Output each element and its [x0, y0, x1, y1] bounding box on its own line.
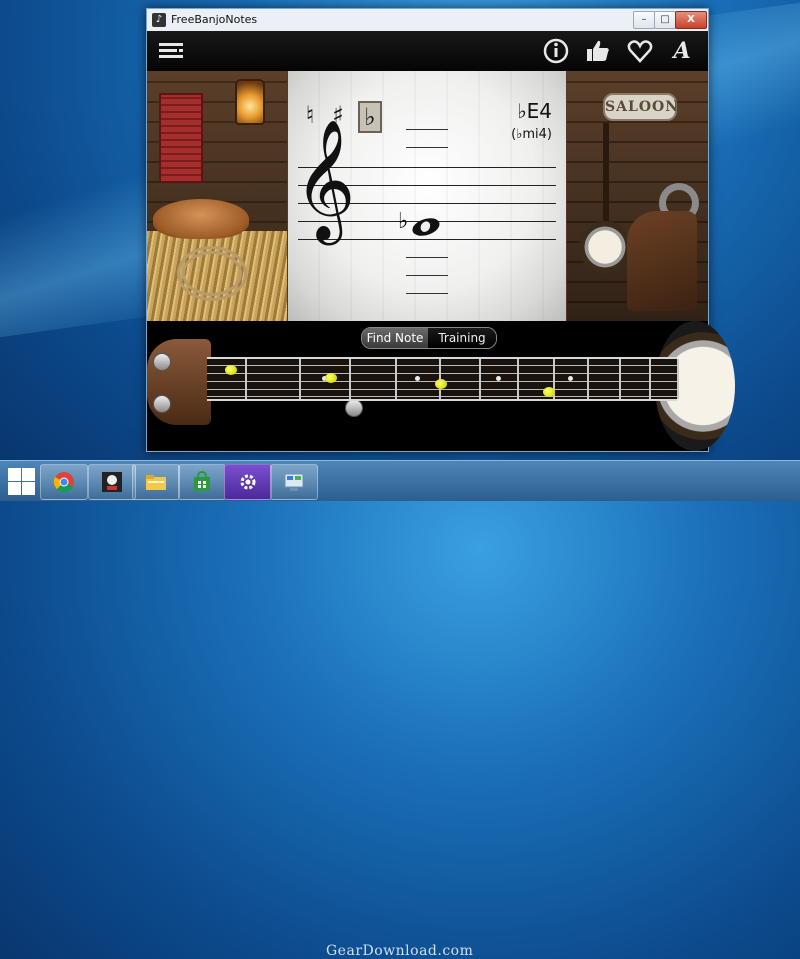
- app-window: ♪ FreeBanjoNotes – □ X A SALOON ♮ ♯ ♭ ♭E…: [146, 8, 735, 452]
- windows-start-icon[interactable]: [6, 466, 36, 496]
- tuning-peg: [153, 353, 171, 371]
- note-position-dot[interactable]: [225, 365, 237, 375]
- app-icon: ♪: [152, 13, 166, 27]
- string: [207, 373, 677, 374]
- string: [207, 389, 677, 390]
- note-flat-sign: ♭: [398, 209, 409, 234]
- fret-wire: [245, 359, 247, 399]
- note-position-dot[interactable]: [543, 387, 555, 397]
- cowboy-hat-image: [153, 199, 249, 239]
- ledger-line: [406, 147, 448, 148]
- fret-wire: [587, 359, 589, 399]
- lantern-image: [235, 79, 265, 125]
- red-shutter-image: [159, 93, 203, 183]
- banjo-fretboard-panel: Find Note Training: [147, 321, 735, 451]
- fret-inlay: [496, 376, 501, 381]
- banjo-headstock: [147, 339, 211, 425]
- info-icon[interactable]: [541, 37, 571, 65]
- string: [207, 396, 677, 397]
- note-position-dot[interactable]: [435, 379, 447, 389]
- title-bar[interactable]: ♪ FreeBanjoNotes – □ X: [147, 9, 708, 32]
- tuning-peg: [153, 395, 171, 413]
- file-explorer-icon[interactable]: [132, 464, 180, 500]
- fret-wire: [649, 359, 651, 399]
- mode-segmented-control: Find Note Training: [361, 327, 497, 349]
- ledger-line: [406, 293, 448, 294]
- fret-wire: [517, 359, 519, 399]
- banjo-body-image: [579, 221, 631, 273]
- treble-clef-icon: 𝄞: [294, 118, 356, 240]
- app-toolbar: A: [147, 31, 708, 71]
- fret-wire: [349, 359, 351, 399]
- fret-wire: [677, 359, 679, 399]
- note-position-dot[interactable]: [325, 373, 337, 383]
- flat-button[interactable]: ♭: [358, 101, 382, 133]
- watermark-text: GearDownload.com: [326, 943, 474, 959]
- store-icon[interactable]: [178, 464, 226, 500]
- chrome-icon[interactable]: [40, 464, 88, 500]
- fret-wire: [479, 359, 481, 399]
- heart-icon[interactable]: [625, 37, 655, 65]
- minimize-button[interactable]: –: [633, 11, 655, 29]
- ledger-line: [406, 257, 448, 258]
- taskbar: GearDownload.com: [0, 460, 800, 959]
- tab-training[interactable]: Training: [428, 328, 496, 348]
- cowboy-boots-image: [627, 211, 697, 311]
- fret-wire: [299, 359, 301, 399]
- close-button[interactable]: X: [675, 11, 707, 29]
- saloon-sign: SALOON: [603, 93, 678, 121]
- menu-icon[interactable]: [157, 37, 187, 65]
- music-sheet: ♮ ♯ ♭ ♭E4 (♭mi4) 𝄞 ♭: [288, 71, 566, 321]
- string: [207, 365, 677, 366]
- ledger-line: [406, 129, 448, 130]
- window-title: FreeBanjoNotes: [171, 13, 258, 26]
- western-scene: SALOON ♮ ♯ ♭ ♭E4 (♭mi4) 𝄞 ♭: [147, 71, 708, 321]
- ledger-line: [406, 275, 448, 276]
- note-name-label: ♭E4: [517, 99, 552, 123]
- settings-icon[interactable]: [224, 464, 272, 500]
- thumbs-up-icon[interactable]: [583, 37, 613, 65]
- fret-wire: [395, 359, 397, 399]
- fret-wire: [619, 359, 621, 399]
- fret-inlay: [415, 376, 420, 381]
- lasso-image: [177, 246, 247, 301]
- note-solfege-label: (♭mi4): [511, 127, 552, 142]
- freebanjonotes-icon[interactable]: [88, 464, 136, 500]
- tab-find-note[interactable]: Find Note: [362, 328, 428, 348]
- fifth-string-peg: [345, 399, 363, 417]
- maximize-button[interactable]: □: [654, 11, 676, 29]
- font-icon[interactable]: A: [665, 37, 699, 65]
- fret-inlay: [568, 376, 573, 381]
- control-panel-icon[interactable]: [270, 464, 318, 500]
